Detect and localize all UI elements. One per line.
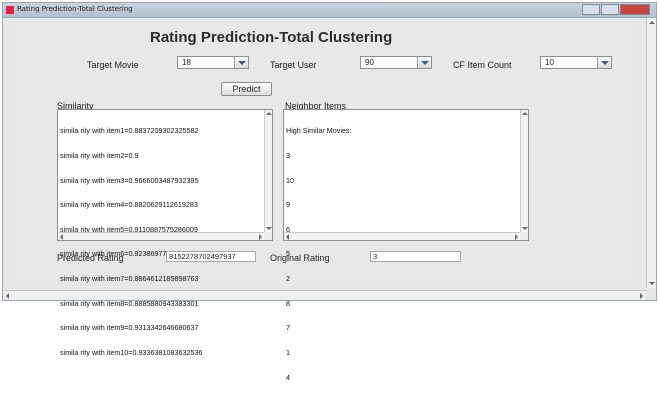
neighbor-line: 3 [286,151,290,161]
scroll-up-icon[interactable] [522,112,528,115]
neighbor-line: 4 [286,372,290,382]
neighbor-items-panel[interactable]: High Similar Movies: 3 10 9 6 5 2 8 7 1 … [283,109,529,381]
similarity-horizontal-scrollbar[interactable] [58,232,264,240]
content-area: Rating Prediction-Total Clustering Targe… [15,21,637,381]
neighbor-line: 10 [286,175,294,185]
similarity-line: simila rity with item8=0.888588094338330… [60,298,199,308]
cf-item-count-select[interactable]: 10 [540,56,612,69]
similarity-line: simila rity with item2=0.9 [60,151,139,161]
scroll-up-icon[interactable] [266,112,272,115]
predict-button[interactable]: Predict [221,82,272,96]
similarity-panel[interactable]: simila rity with item1=0.883720930232558… [57,109,273,357]
chevron-down-icon[interactable] [597,57,611,68]
minimize-button[interactable] [582,4,600,15]
predicted-rating-label: Predicted Rating [57,253,124,263]
similarity-line: simila rity with item10=0.93363810836325… [60,347,203,357]
close-button[interactable] [620,4,650,15]
maximize-button[interactable] [601,4,619,15]
window-title: Rating Prediction-Total Clustering [17,5,133,13]
scroll-corner [520,232,528,240]
window-controls [581,4,650,16]
similarity-vertical-scrollbar[interactable] [264,110,272,232]
original-rating-label: Original Rating [270,253,330,263]
scroll-corner [264,232,272,240]
target-user-label: Target User [270,60,317,70]
page-title: Rating Prediction-Total Clustering [150,29,393,46]
neighbor-line: High Similar Movies: [286,126,352,136]
predicted-rating-field[interactable]: 8152278702497937 [166,251,256,262]
neighbor-line: 1 [286,347,290,357]
similarity-line: simila rity with item4=0.882062911261928… [60,200,198,210]
chevron-down-icon[interactable] [417,57,431,68]
similarity-list: simila rity with item1=0.883720930232558… [60,111,202,374]
similarity-line: simila rity with item9=0.931334264668063… [60,323,199,333]
scroll-left-icon[interactable] [60,234,63,240]
target-movie-select[interactable]: 18 [177,56,249,69]
chevron-down-icon[interactable] [234,57,248,68]
neighbor-line: 8 [286,298,290,308]
target-user-select[interactable]: 90 [360,56,432,69]
neighbor-line: 9 [286,200,290,210]
similarity-line: simila rity with item7=0.886461218589876… [60,274,199,284]
scroll-left-icon[interactable] [286,234,289,240]
window-horizontal-scrollbar[interactable] [3,290,646,300]
window-vertical-scrollbar[interactable] [646,18,656,288]
neighbor-vertical-scrollbar[interactable] [520,110,528,232]
neighbor-line: 2 [286,274,290,284]
original-rating-field[interactable]: 3 [370,251,461,262]
app-icon [6,6,14,14]
scroll-right-icon[interactable] [259,234,262,240]
title-bar[interactable]: Rating Prediction-Total Clustering [3,3,656,18]
target-movie-label: Target Movie [87,60,139,70]
main-window: Rating Prediction-Total Clustering Ratin… [2,2,657,381]
scroll-down-icon[interactable] [522,227,528,230]
scroll-right-icon[interactable] [515,234,518,240]
scroll-right-icon[interactable] [640,293,643,299]
scroll-up-icon[interactable] [649,21,655,24]
neighbor-line: 7 [286,323,290,333]
cf-item-count-value: 10 [545,58,554,67]
scroll-down-icon[interactable] [266,227,272,230]
scroll-down-icon[interactable] [649,282,655,285]
scroll-left-icon[interactable] [6,293,9,299]
target-movie-value: 18 [182,58,191,67]
neighbor-horizontal-scrollbar[interactable] [284,232,520,240]
similarity-line: simila rity with item1=0.883720930232558… [60,126,199,136]
similarity-line: simila rity with item3=0.966600348793239… [60,175,199,185]
cf-item-count-label: CF Item Count [453,60,512,70]
target-user-value: 90 [365,58,374,67]
